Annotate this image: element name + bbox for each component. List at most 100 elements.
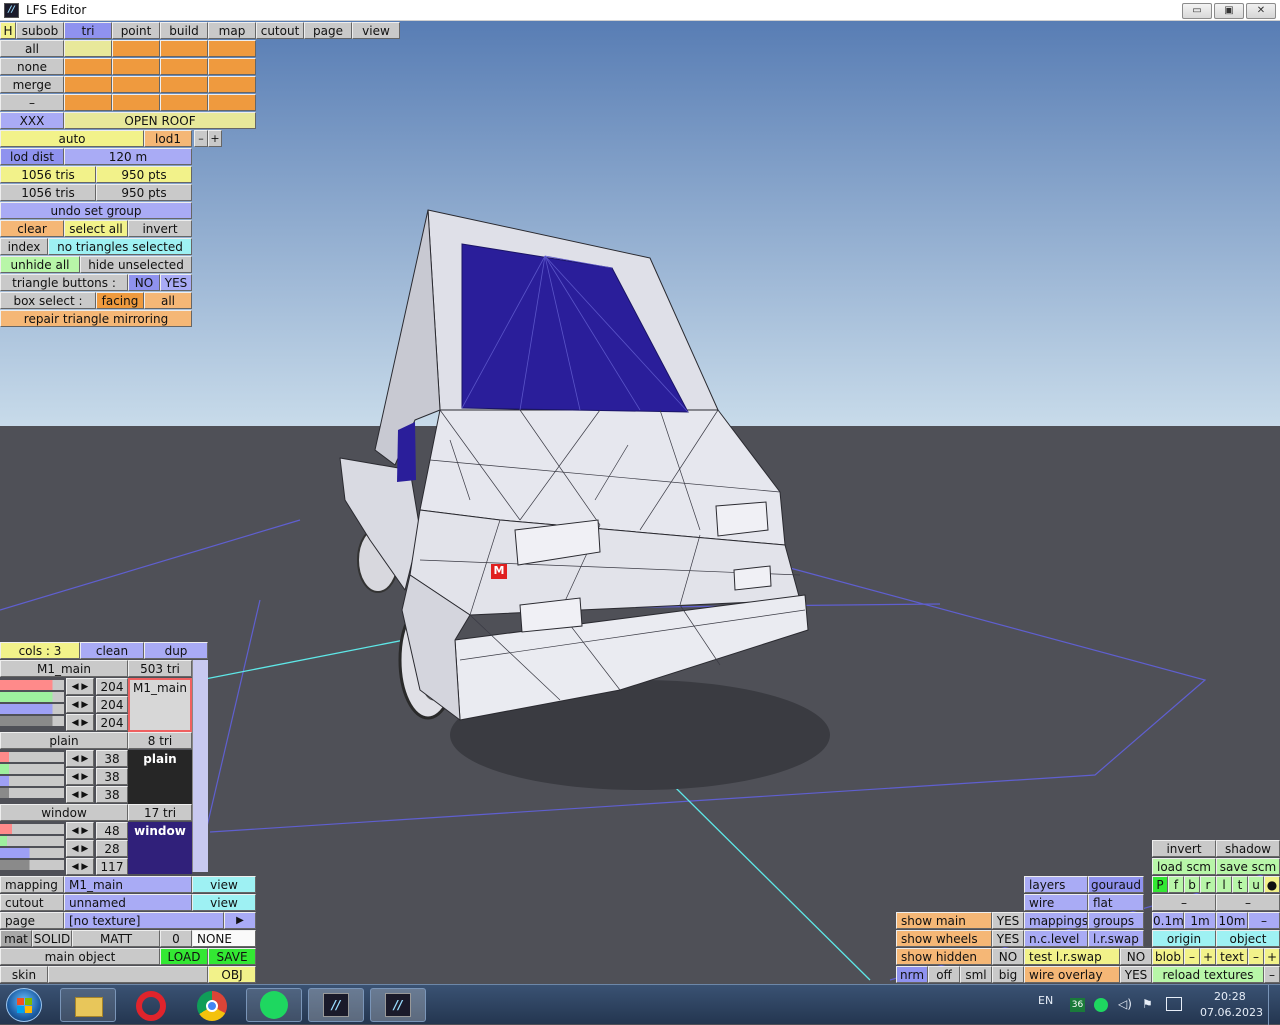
group-slot[interactable] <box>112 94 160 111</box>
green-slider[interactable] <box>0 764 64 774</box>
rgb-arrows[interactable]: ◀ ▶ <box>66 840 94 857</box>
cutout-view-button[interactable]: view <box>192 894 256 911</box>
wire-overlay-label[interactable]: wire overlay <box>1024 966 1120 983</box>
close-button[interactable]: ✕ <box>1246 3 1276 19</box>
clock-time[interactable]: 20:28 <box>1214 990 1246 1003</box>
red-value[interactable]: 204 <box>96 678 128 695</box>
alpha-slider[interactable] <box>0 788 64 798</box>
grid-minus-button[interactable]: – <box>1248 912 1280 929</box>
groups-button[interactable]: groups <box>1088 912 1144 929</box>
red-slider[interactable] <box>0 824 64 834</box>
blob-plus-button[interactable]: + <box>1200 948 1216 965</box>
shadow-button[interactable]: shadow <box>1216 840 1280 857</box>
grid-10m-button[interactable]: 10m <box>1216 912 1248 929</box>
mat-none-button[interactable]: NONE <box>192 930 256 947</box>
lr-swap-button[interactable]: l.r.swap <box>1088 930 1144 947</box>
maximize-button[interactable]: ▣ <box>1214 3 1244 19</box>
show-hidden-label[interactable]: show hidden <box>896 948 992 965</box>
mapping-view-button[interactable]: view <box>192 876 256 893</box>
dash-button[interactable]: – <box>0 94 64 111</box>
rgb-arrows[interactable]: ◀ ▶ <box>66 714 94 731</box>
material-name[interactable]: plain <box>0 732 128 749</box>
tray-badge[interactable]: 36 <box>1070 998 1085 1012</box>
mappings-button[interactable]: mappings <box>1024 912 1088 929</box>
show-wheels-label[interactable]: show wheels <box>896 930 992 947</box>
group-slot[interactable] <box>160 40 208 57</box>
dash-left-button[interactable]: – <box>1152 894 1216 911</box>
clock-date[interactable]: 07.06.2023 <box>1200 1006 1263 1019</box>
group-slot[interactable] <box>208 76 256 93</box>
group-slot[interactable] <box>208 40 256 57</box>
rgb-arrows[interactable]: ◀ ▶ <box>66 822 94 839</box>
reload-minus-button[interactable]: – <box>1264 966 1280 983</box>
repair-mirroring-button[interactable]: repair triangle mirroring <box>0 310 192 327</box>
blob-button[interactable]: blob <box>1152 948 1184 965</box>
origin-button[interactable]: origin <box>1152 930 1216 947</box>
save-button[interactable]: SAVE <box>208 948 256 965</box>
blue-value[interactable]: 204 <box>96 714 128 731</box>
mat-solid-button[interactable]: SOLID <box>32 930 72 947</box>
nrm-button[interactable]: nrm <box>896 966 928 983</box>
group-slot[interactable] <box>64 76 112 93</box>
lod-dist-value[interactable]: 120 m <box>64 148 192 165</box>
auto-lod-button[interactable]: auto <box>0 130 144 147</box>
layer-t-toggle[interactable]: t <box>1232 876 1248 893</box>
mat-matt-button[interactable]: MATT <box>72 930 160 947</box>
alpha-slider[interactable] <box>0 860 64 870</box>
cutout-value[interactable]: unnamed <box>64 894 192 911</box>
blob-minus-button[interactable]: – <box>1184 948 1200 965</box>
menu-map[interactable]: map <box>208 22 256 39</box>
network-icon[interactable] <box>1166 997 1182 1011</box>
blue-value[interactable]: 38 <box>96 786 128 803</box>
material-preview[interactable]: M1_main <box>128 678 192 732</box>
menu-point[interactable]: point <box>112 22 160 39</box>
box-select-all[interactable]: all <box>144 292 192 309</box>
page-value[interactable]: [no texture] <box>64 912 224 929</box>
test-lr-swap-value[interactable]: NO <box>1120 948 1152 965</box>
group-slot[interactable] <box>160 58 208 75</box>
off-button[interactable]: off <box>928 966 960 983</box>
rgb-arrows[interactable]: ◀ ▶ <box>66 786 94 803</box>
menu-page[interactable]: page <box>304 22 352 39</box>
spotify-tray-icon[interactable] <box>1094 998 1108 1012</box>
start-orb-icon[interactable] <box>6 988 42 1022</box>
clean-colours-button[interactable]: clean <box>80 642 144 659</box>
green-value[interactable]: 28 <box>96 840 128 857</box>
file-explorer-icon[interactable] <box>60 988 116 1022</box>
blue-slider[interactable] <box>0 776 64 786</box>
layer-f-toggle[interactable]: f <box>1168 876 1184 893</box>
clear-button[interactable]: clear <box>0 220 64 237</box>
red-value[interactable]: 48 <box>96 822 128 839</box>
wire-overlay-value[interactable]: YES <box>1120 966 1152 983</box>
dup-colour-button[interactable]: dup <box>144 642 208 659</box>
layers-button[interactable]: layers <box>1024 876 1088 893</box>
layer-u-toggle[interactable]: u <box>1248 876 1264 893</box>
hide-unselected-button[interactable]: hide unselected <box>80 256 192 273</box>
text-button[interactable]: text <box>1216 948 1248 965</box>
group-name-field[interactable]: OPEN ROOF <box>64 112 256 129</box>
mat-zero-button[interactable]: 0 <box>160 930 192 947</box>
reload-textures-button[interactable]: reload textures <box>1152 966 1264 983</box>
dash-right-button[interactable]: – <box>1216 894 1280 911</box>
select-all-button[interactable]: select all <box>64 220 128 237</box>
group-slot[interactable] <box>112 40 160 57</box>
menu-subob[interactable]: subob <box>16 22 64 39</box>
volume-icon[interactable]: ◁) <box>1118 997 1132 1011</box>
minimize-button[interactable]: ▭ <box>1182 3 1212 19</box>
select-all-groups[interactable]: all <box>0 40 64 57</box>
select-none-groups[interactable]: none <box>0 58 64 75</box>
alpha-slider[interactable] <box>0 716 64 726</box>
layer-l-toggle[interactable]: l <box>1216 876 1232 893</box>
red-value[interactable]: 38 <box>96 750 128 767</box>
red-slider[interactable] <box>0 680 64 690</box>
material-name[interactable]: M1_main <box>0 660 128 677</box>
lfs-icon[interactable]: // <box>308 988 364 1022</box>
language-indicator[interactable]: EN <box>1038 994 1053 1007</box>
show-hidden-value[interactable]: NO <box>992 948 1024 965</box>
red-slider[interactable] <box>0 752 64 762</box>
blue-value[interactable]: 117 <box>96 858 128 875</box>
skin-field[interactable] <box>48 966 208 983</box>
rgb-arrows[interactable]: ◀ ▶ <box>66 678 94 695</box>
unhide-all-button[interactable]: unhide all <box>0 256 80 273</box>
green-slider[interactable] <box>0 836 64 846</box>
